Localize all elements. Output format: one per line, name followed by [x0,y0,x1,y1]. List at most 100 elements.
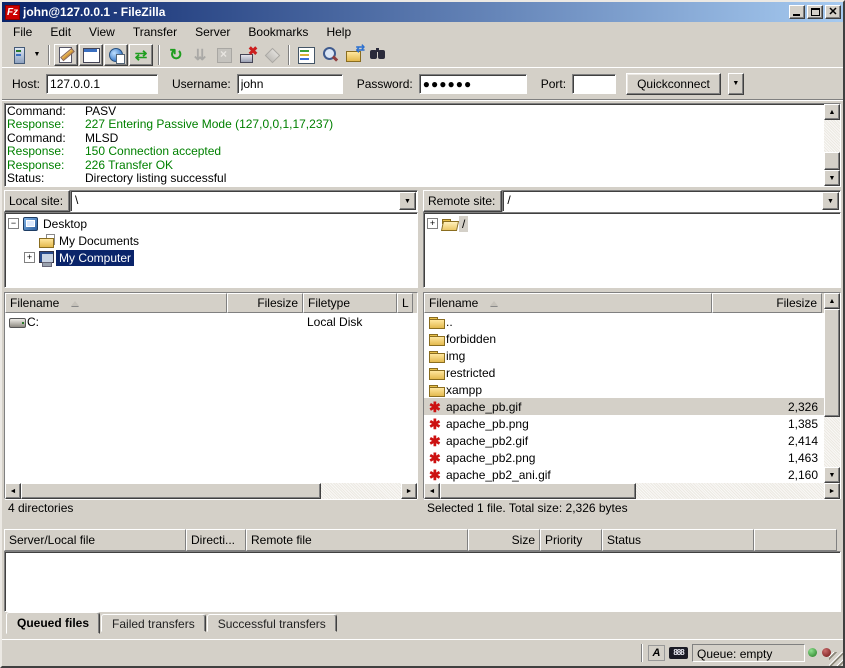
transfer-queue-toggle[interactable] [129,44,153,66]
status-bar: A 888 Queue: empty [2,639,843,666]
menu-server[interactable]: Server [186,23,239,41]
message-log-toggle[interactable] [54,44,78,66]
column-header-filetype[interactable]: Filetype [303,293,397,313]
menu-view[interactable]: View [80,23,124,41]
transfer-type-indicator-icon[interactable]: A [648,645,665,661]
queue-column-status[interactable]: Status [602,529,754,551]
host-input[interactable] [46,74,158,94]
refresh-button[interactable] [164,44,188,66]
scroll-up-icon[interactable]: ▲ [824,104,840,120]
compare-button[interactable] [318,44,342,66]
queue-column-empty[interactable] [754,529,837,551]
queue-column-server-local-file[interactable]: Server/Local file [4,529,186,551]
menu-edit[interactable]: Edit [41,23,80,41]
menu-help[interactable]: Help [317,23,360,41]
expand-icon[interactable]: + [427,218,438,229]
collapse-icon[interactable]: − [8,218,19,229]
process-queue-button[interactable] [188,44,212,66]
column-header-label: L [402,296,409,310]
password-input[interactable] [419,74,527,94]
speed-limits-icon[interactable]: 888 [669,647,688,659]
site-manager-dropdown[interactable] [30,44,44,66]
quickconnect-button[interactable]: Quickconnect [626,73,721,95]
file-row-apache-pb2-png[interactable]: apache_pb2.png1,463 [424,449,824,466]
column-header-filesize[interactable]: Filesize [227,293,303,313]
username-input[interactable] [237,74,343,94]
scroll-track[interactable] [824,417,840,467]
scroll-thumb[interactable] [824,152,840,170]
scroll-track[interactable] [824,120,840,152]
remote-site-combo[interactable]: / ▼ [502,190,841,212]
disconnect-button[interactable] [236,44,260,66]
scroll-down-icon[interactable]: ▼ [824,170,840,186]
chevron-down-icon[interactable]: ▼ [822,192,839,210]
scroll-up-icon[interactable]: ▲ [824,293,840,309]
tab-successful-transfers[interactable]: Successful transfers [207,614,337,632]
queue-column-remote-file[interactable]: Remote file [246,529,468,551]
scroll-right-icon[interactable]: ► [401,483,417,499]
scroll-down-icon[interactable]: ▼ [824,467,840,483]
site-manager-button[interactable] [6,44,30,66]
queue-column-directi-[interactable]: Directi... [186,529,246,551]
remote-hscrollbar[interactable]: ◄ ► [424,483,840,499]
local-treeview-toggle[interactable] [79,44,103,66]
quickconnect-dropdown[interactable]: ▼ [728,73,744,95]
port-input[interactable] [572,74,616,94]
queue-column-size[interactable]: Size [468,529,540,551]
minimize-button[interactable] [789,5,805,19]
scroll-left-icon[interactable]: ◄ [424,483,440,499]
close-button[interactable]: ✕ [825,5,841,19]
file-row-apache-pb2-ani-gif[interactable]: apache_pb2_ani.gif2,160 [424,466,824,483]
file-cell: 2,160 [712,468,822,482]
expand-icon[interactable]: + [24,252,35,263]
queue-column-priority[interactable]: Priority [540,529,602,551]
tree-item-my-computer[interactable]: +My Computer [8,249,417,266]
column-header-filesize[interactable]: Filesize [712,293,822,313]
cancel-button[interactable] [212,44,236,66]
menu-bookmarks[interactable]: Bookmarks [239,23,317,41]
menu-file[interactable]: File [4,23,41,41]
scroll-track[interactable] [321,483,401,499]
scroll-thumb[interactable] [21,483,321,499]
maximize-button[interactable] [807,5,823,19]
file-row-restricted[interactable]: restricted [424,364,824,381]
scroll-left-icon[interactable]: ◄ [5,483,21,499]
tab-queued-files[interactable]: Queued files [6,612,100,634]
column-header-filename[interactable]: Filename [424,293,712,313]
column-header-l[interactable]: L [397,293,413,313]
scroll-right-icon[interactable]: ► [824,483,840,499]
file-row-apache-pb-gif[interactable]: apache_pb.gif2,326 [424,398,824,415]
tab-failed-transfers[interactable]: Failed transfers [101,614,206,632]
file-row-c-[interactable]: C:Local Disk [5,313,417,330]
file-row-xampp[interactable]: xampp [424,381,824,398]
log-scrollbar[interactable]: ▲ ▼ [824,104,840,186]
file-row--[interactable]: .. [424,313,824,330]
remote-treeview-toggle[interactable] [104,44,128,66]
tree-item--[interactable]: +/ [427,215,840,232]
tree-item-desktop[interactable]: −Desktop [8,215,417,232]
chevron-down-icon[interactable]: ▼ [399,192,416,210]
scroll-thumb[interactable] [440,483,636,499]
resize-grip[interactable] [829,652,843,666]
remote-vscrollbar[interactable]: ▲ ▼ [824,293,840,483]
sync-browsing-button[interactable] [342,44,366,66]
tree-item-my-documents[interactable]: My Documents [8,232,417,249]
menu-transfer[interactable]: Transfer [124,23,186,41]
column-header-label: Size [512,533,535,547]
log-line-label: Status: [7,172,85,185]
log-line-text: 227 Entering Passive Mode (127,0,0,1,17,… [85,117,333,131]
file-row-apache-pb-png[interactable]: apache_pb.png1,385 [424,415,824,432]
find-button[interactable] [366,44,390,66]
file-row-forbidden[interactable]: forbidden [424,330,824,347]
scroll-thumb[interactable] [824,309,840,417]
filter-button[interactable] [294,44,318,66]
file-row-apache-pb2-gif[interactable]: apache_pb2.gif2,414 [424,432,824,449]
password-label: Password: [357,77,413,91]
reconnect-button[interactable] [260,44,284,66]
scroll-track[interactable] [636,483,824,499]
local-site-combo[interactable]: \ ▼ [70,190,418,212]
local-hscrollbar[interactable]: ◄ ► [5,483,417,499]
file-row-img[interactable]: img [424,347,824,364]
column-header-filename[interactable]: Filename [5,293,227,313]
remote-list-header: FilenameFilesize [424,293,824,313]
